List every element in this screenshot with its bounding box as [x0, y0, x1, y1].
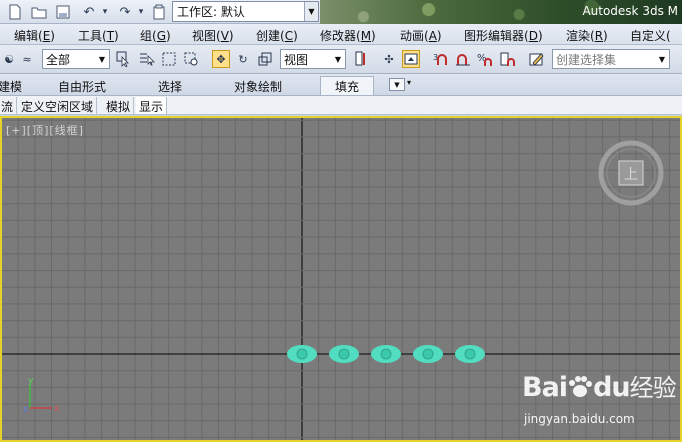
- chevron-down-icon: ▼: [304, 2, 318, 21]
- select-and-scale-icon[interactable]: [256, 50, 274, 68]
- menu-animation[interactable]: 动画(A): [398, 26, 444, 45]
- axis-z-label: z: [23, 405, 28, 415]
- pivot-center-icon[interactable]: [352, 50, 370, 68]
- app-title: Autodesk 3ds M: [582, 4, 678, 18]
- tab-populate[interactable]: 填充: [320, 76, 375, 95]
- reference-coordinate-dropdown[interactable]: 视图 ▼: [280, 49, 346, 69]
- object-head: [380, 348, 392, 360]
- reference-coordinate-value: 视图: [284, 52, 309, 67]
- bind-space-warp-icon[interactable]: ≈: [18, 50, 36, 68]
- named-selection-set-placeholder: 创建选择集: [556, 52, 617, 67]
- tab-modeling[interactable]: 建模: [0, 78, 22, 95]
- undo-dropdown-icon[interactable]: ▾: [100, 3, 110, 21]
- title-strip: Autodesk 3ds M: [320, 0, 682, 24]
- ribbon-options-icon[interactable]: ▼: [389, 78, 405, 91]
- populate-character-object[interactable]: [455, 345, 485, 363]
- panel-tab-simulate[interactable]: 模拟: [103, 97, 135, 114]
- redo-dropdown-icon[interactable]: ▾: [136, 3, 146, 21]
- app-window: ↶ ▾ ↷ ▾ 工作区: 默认 ▼ Autodesk 3ds M 编辑(E) 工…: [0, 0, 682, 442]
- panel-tab-define-idle-areas[interactable]: 定义空闲区域: [18, 97, 98, 114]
- panel-tab-display[interactable]: 显示: [136, 97, 168, 114]
- selection-filter-value: 全部: [46, 52, 71, 67]
- select-and-rotate-icon[interactable]: ↻: [234, 50, 252, 68]
- project-folder-icon[interactable]: [150, 3, 168, 21]
- workspace-dropdown[interactable]: 工作区: 默认 ▼: [172, 1, 319, 22]
- chevron-down-icon: ▼: [334, 54, 342, 64]
- main-toolbar: ☯ ≈ 全部 ▼ ✥ ↻ 视图 ▼ ✣ 3 % 创建选择集 ▼: [0, 45, 682, 74]
- menu-views[interactable]: 视图(V): [190, 26, 236, 45]
- save-icon[interactable]: [54, 3, 72, 21]
- percent-snap-icon[interactable]: %: [476, 50, 494, 68]
- redo-icon[interactable]: ↷: [116, 3, 134, 21]
- viewport-background: [2, 118, 680, 440]
- named-selection-set-dropdown[interactable]: 创建选择集 ▼: [552, 49, 670, 69]
- populate-character-object[interactable]: [287, 345, 317, 363]
- snaps-toggle-icon[interactable]: 3: [432, 50, 450, 68]
- populate-character-object[interactable]: [413, 345, 443, 363]
- select-object-icon[interactable]: [114, 50, 132, 68]
- top-viewport[interactable]: [+][顶][线框] 上 y x z: [0, 116, 682, 442]
- viewcube[interactable]: 上: [598, 140, 664, 206]
- populate-character-object[interactable]: [329, 345, 359, 363]
- menu-modifiers[interactable]: 修改器(M): [318, 26, 378, 45]
- menu-create[interactable]: 创建(C): [254, 26, 300, 45]
- panel-tab-flows[interactable]: 流: [0, 97, 18, 114]
- menu-bar: 编辑(E) 工具(T) 组(G) 视图(V) 创建(C) 修改器(M) 动画(A…: [0, 24, 682, 45]
- manipulate-icon[interactable]: ✣: [380, 50, 398, 68]
- undo-icon[interactable]: ↶: [80, 3, 98, 21]
- rectangular-selection-icon[interactable]: [160, 50, 178, 68]
- axis-y-label: y: [28, 376, 34, 386]
- menu-group[interactable]: 组(G): [138, 26, 173, 45]
- ribbon-minimize-dropdown-icon[interactable]: ▾: [407, 78, 411, 87]
- spinner-snap-icon[interactable]: [498, 50, 516, 68]
- workspace-label: 工作区: 默认: [177, 5, 245, 19]
- chevron-down-icon: ▼: [658, 54, 666, 64]
- keyboard-shortcut-override-icon[interactable]: [402, 50, 420, 68]
- menu-graph-editors[interactable]: 图形编辑器(D): [462, 26, 545, 45]
- chevron-down-icon: ▼: [98, 54, 106, 64]
- select-and-link-icon[interactable]: ☯: [0, 50, 18, 68]
- menu-edit[interactable]: 编辑(E): [12, 26, 57, 45]
- edit-named-selection-icon[interactable]: [528, 50, 546, 68]
- tab-selection[interactable]: 选择: [158, 78, 182, 95]
- populate-character-object[interactable]: [371, 345, 401, 363]
- object-head: [296, 348, 308, 360]
- ribbon-panel-tabs: 流 定义空闲区域 模拟 显示: [0, 96, 682, 115]
- select-and-move-icon[interactable]: ✥: [212, 50, 230, 68]
- title-bar: ↶ ▾ ↷ ▾ 工作区: 默认 ▼ Autodesk 3ds M: [0, 0, 682, 24]
- object-head: [464, 348, 476, 360]
- tab-object-paint[interactable]: 对象绘制: [234, 78, 282, 95]
- menu-rendering[interactable]: 渲染(R): [564, 26, 610, 45]
- new-file-icon[interactable]: [6, 3, 24, 21]
- menu-tools[interactable]: 工具(T): [76, 26, 121, 45]
- selection-filter-dropdown[interactable]: 全部 ▼: [42, 49, 110, 69]
- axis-x-label: x: [54, 404, 60, 414]
- select-by-name-icon[interactable]: [138, 50, 156, 68]
- viewcube-face-label[interactable]: 上: [624, 167, 638, 183]
- angle-snap-icon[interactable]: [454, 50, 472, 68]
- ribbon-tab-bar: 建模 自由形式 选择 对象绘制 填充 ▼ ▾: [0, 74, 682, 96]
- menu-customize[interactable]: 自定义(: [628, 26, 673, 45]
- object-head: [338, 348, 350, 360]
- open-folder-icon[interactable]: [30, 3, 48, 21]
- tab-freeform[interactable]: 自由形式: [58, 78, 106, 95]
- window-crossing-icon[interactable]: [182, 50, 200, 68]
- axis-tripod: y x z: [23, 376, 60, 415]
- viewport-label[interactable]: [+][顶][线框]: [6, 122, 84, 138]
- viewport-grid: [2, 118, 680, 440]
- object-head: [422, 348, 434, 360]
